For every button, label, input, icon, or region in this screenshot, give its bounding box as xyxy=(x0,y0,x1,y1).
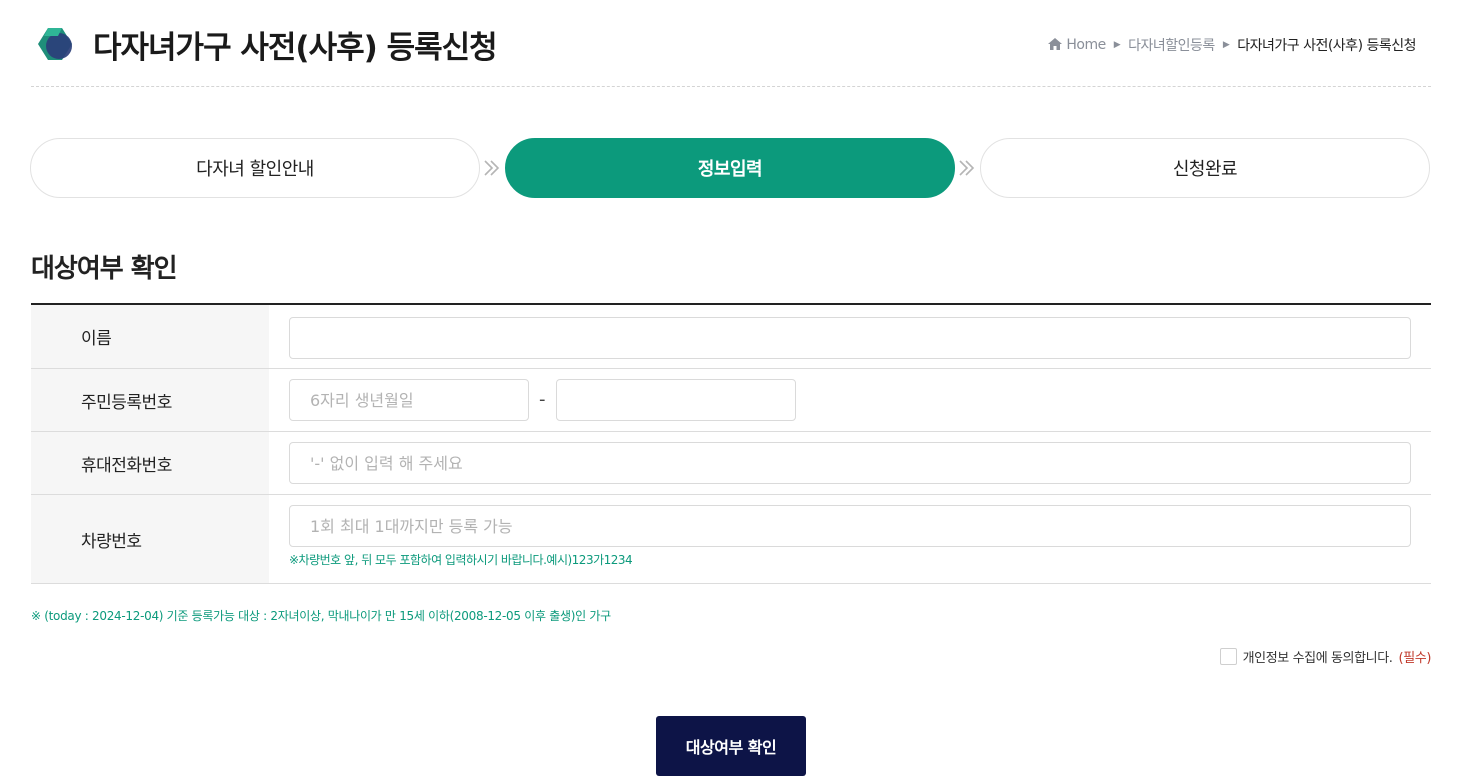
step-complete: 신청완료 xyxy=(980,138,1430,198)
required-marker: (필수) xyxy=(1398,651,1432,666)
breadcrumb: Home ▶ 다자녀할인등록 ▶ 다자녀가구 사전(사후) 등록신청 xyxy=(1048,35,1416,55)
privacy-consent[interactable]: 개인정보 수집에 동의합니다. (필수) xyxy=(1219,647,1432,666)
form-row-rrn: 주민등록번호 - xyxy=(31,369,1431,432)
car-number-note: ※차량번호 앞, 뒤 모두 포함하여 입력하시기 바랍니다.예시)123가123… xyxy=(289,553,633,567)
form-row-car: 차량번호 ※차량번호 앞, 뒤 모두 포함하여 입력하시기 바랍니다.예시)12… xyxy=(31,495,1431,584)
form-row-phone: 휴대전화번호 xyxy=(31,432,1431,495)
logo-icon xyxy=(38,28,72,60)
car-number-input[interactable] xyxy=(289,505,1411,547)
step-indicator: 다자녀 할인안내 정보입력 신청완료 xyxy=(30,138,1431,198)
rrn-field-group: - xyxy=(289,379,799,421)
breadcrumb-home-label: Home xyxy=(1066,37,1106,53)
form-row-name: 이름 xyxy=(31,305,1431,369)
section-title: 대상여부 확인 xyxy=(31,254,178,284)
eligibility-note: ※ (today : 2024-12-04) 기준 등록가능 대상 : 2자녀이… xyxy=(31,609,611,623)
phone-label: 휴대전화번호 xyxy=(31,432,269,494)
name-label: 이름 xyxy=(31,305,269,368)
privacy-consent-label: 개인정보 수집에 동의합니다. xyxy=(1242,651,1393,666)
check-eligibility-button[interactable]: 대상여부 확인 xyxy=(656,716,806,776)
rrn-back-input[interactable] xyxy=(556,379,796,421)
double-chevron-right-icon xyxy=(959,160,975,176)
privacy-consent-checkbox[interactable] xyxy=(1219,648,1237,665)
phone-input[interactable] xyxy=(289,442,1411,484)
home-icon xyxy=(1048,38,1063,50)
rrn-label: 주민등록번호 xyxy=(31,369,269,431)
rrn-front-input[interactable] xyxy=(289,379,529,421)
breadcrumb-separator-icon: ▶ xyxy=(1113,40,1121,50)
step-info-input: 정보입력 xyxy=(505,138,955,198)
breadcrumb-level1[interactable]: 다자녀할인등록 xyxy=(1128,35,1215,55)
eligibility-form: 이름 주민등록번호 - 휴대전화번호 차량번호 ※차량번호 앞, 뒤 모두 포함… xyxy=(31,303,1431,584)
breadcrumb-home[interactable]: Home xyxy=(1048,37,1106,53)
name-input[interactable] xyxy=(289,317,1411,359)
rrn-dash: - xyxy=(539,389,546,410)
header-divider xyxy=(31,86,1431,87)
page-header: 다자녀가구 사전(사후) 등록신청 Home ▶ 다자녀할인등록 ▶ 다자녀가구… xyxy=(0,0,1459,90)
car-label: 차량번호 xyxy=(31,495,269,583)
breadcrumb-current: 다자녀가구 사전(사후) 등록신청 xyxy=(1237,38,1416,54)
double-chevron-right-icon xyxy=(484,160,500,176)
step-guide: 다자녀 할인안내 xyxy=(30,138,480,198)
breadcrumb-separator-icon: ▶ xyxy=(1222,40,1230,50)
page-title: 다자녀가구 사전(사후) 등록신청 xyxy=(93,30,498,66)
